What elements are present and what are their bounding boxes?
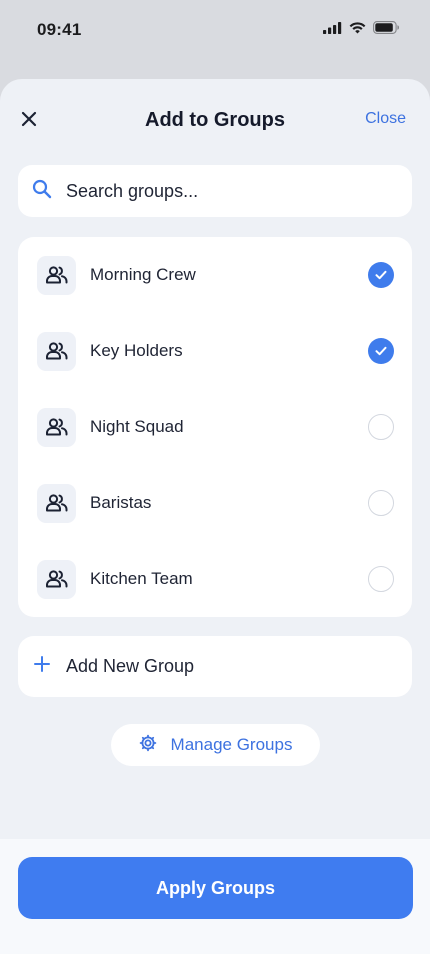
checkbox-checked[interactable] xyxy=(368,338,394,364)
wifi-icon xyxy=(349,21,366,39)
people-icon xyxy=(37,559,76,599)
status-icons xyxy=(323,21,400,39)
group-row-key-holders[interactable]: Key Holders xyxy=(18,313,412,389)
checkbox-unchecked[interactable] xyxy=(368,566,394,592)
add-new-group-button[interactable]: Add New Group xyxy=(18,636,412,697)
people-icon xyxy=(37,331,76,371)
group-list: Morning Crew Key Holders Night Squad Bar… xyxy=(18,237,412,617)
apply-groups-button[interactable]: Apply Groups xyxy=(18,857,413,919)
group-name: Kitchen Team xyxy=(90,569,193,588)
sheet-footer: Apply Groups xyxy=(0,839,430,954)
status-bar: 09:41 xyxy=(0,0,430,60)
search-bar[interactable] xyxy=(18,165,412,217)
people-icon xyxy=(37,407,76,447)
sheet-header: Add to Groups Close xyxy=(0,79,430,161)
checkbox-unchecked[interactable] xyxy=(368,490,394,516)
search-input[interactable] xyxy=(66,180,386,202)
status-time: 09:41 xyxy=(37,20,82,39)
manage-groups-button[interactable]: Manage Groups xyxy=(111,724,320,766)
add-to-groups-sheet: Add to Groups Close Morning Crew xyxy=(0,79,430,954)
close-icon[interactable] xyxy=(18,108,40,130)
group-row-baristas[interactable]: Baristas xyxy=(18,465,412,541)
group-row-night-squad[interactable]: Night Squad xyxy=(18,389,412,465)
sheet-title: Add to Groups xyxy=(145,108,285,131)
checkbox-unchecked[interactable] xyxy=(368,414,394,440)
add-new-group-label: Add New Group xyxy=(66,656,195,676)
people-icon xyxy=(37,255,76,295)
battery-icon xyxy=(373,21,400,39)
plus-icon xyxy=(34,656,50,677)
people-icon xyxy=(37,483,76,523)
group-name: Key Holders xyxy=(90,341,183,360)
gear-icon xyxy=(139,734,157,757)
group-name: Night Squad xyxy=(90,417,184,436)
cellular-signal-icon xyxy=(323,21,342,39)
group-name: Baristas xyxy=(90,493,152,512)
manage-groups-label: Manage Groups xyxy=(170,735,293,754)
search-icon xyxy=(32,179,52,204)
group-row-morning-crew[interactable]: Morning Crew xyxy=(18,237,412,313)
close-button[interactable]: Close xyxy=(365,110,406,128)
group-row-kitchen-team[interactable]: Kitchen Team xyxy=(18,541,412,617)
checkbox-checked[interactable] xyxy=(368,262,394,288)
group-name: Morning Crew xyxy=(90,265,196,284)
